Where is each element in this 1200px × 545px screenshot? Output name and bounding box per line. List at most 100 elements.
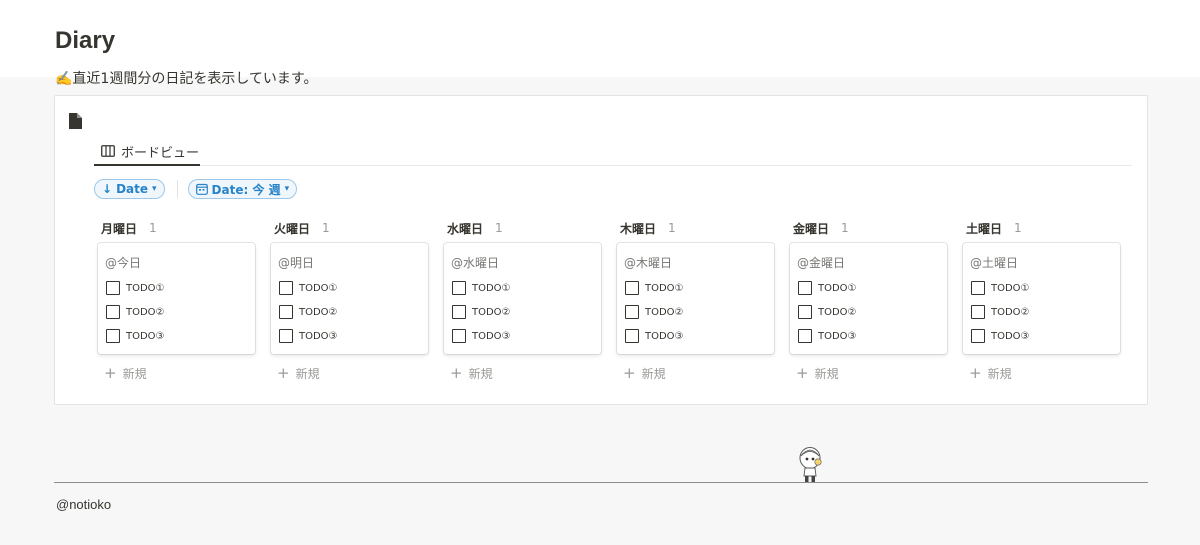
plus-icon: + <box>969 364 982 382</box>
sort-date-pill[interactable]: ↓ Date ▾ <box>94 179 165 199</box>
todo-item: TODO③ <box>625 328 684 344</box>
new-card-button[interactable]: + 新規 <box>796 365 839 382</box>
filter-divider <box>176 180 178 198</box>
checkbox[interactable] <box>279 305 293 319</box>
checkbox[interactable] <box>106 329 120 343</box>
column-count: 1 <box>495 221 503 235</box>
tab-board-view[interactable]: ボードビュー <box>94 138 200 166</box>
column-header: 土曜日 1 <box>963 218 1120 238</box>
column-title: 金曜日 <box>793 221 830 236</box>
todo-label: TODO② <box>818 306 857 318</box>
checkbox[interactable] <box>798 281 812 295</box>
checkbox[interactable] <box>971 305 985 319</box>
todo-item: TODO② <box>798 304 857 320</box>
plus-icon: + <box>104 364 117 382</box>
page-description: ✍️直近1週間分の日記を表示しています。 <box>55 71 318 87</box>
todo-label: TODO③ <box>299 330 338 342</box>
todo-label: TODO③ <box>645 330 684 342</box>
todo-item: TODO③ <box>798 328 857 344</box>
column-title: 土曜日 <box>966 221 1003 236</box>
todo-label: TODO② <box>126 306 165 318</box>
checkbox[interactable] <box>106 281 120 295</box>
board-card[interactable]: @土曜日 TODO① TODO② TODO③ <box>963 243 1120 354</box>
todo-label: TODO③ <box>126 330 165 342</box>
checkbox[interactable] <box>279 329 293 343</box>
todo-item: TODO② <box>279 304 338 320</box>
todo-label: TODO③ <box>818 330 857 342</box>
column-title: 木曜日 <box>620 221 657 236</box>
page-header-background <box>0 0 1200 77</box>
plus-icon: + <box>450 364 463 382</box>
checkbox[interactable] <box>279 281 293 295</box>
card-date-mention[interactable]: @金曜日 <box>797 254 845 271</box>
todo-item: TODO② <box>452 304 511 320</box>
todo-label: TODO② <box>472 306 511 318</box>
card-date-mention[interactable]: @今日 <box>105 254 141 271</box>
todo-item: TODO③ <box>106 328 165 344</box>
board-card[interactable]: @今日 TODO① TODO② TODO③ <box>98 243 255 354</box>
card-date-mention[interactable]: @土曜日 <box>970 254 1018 271</box>
todo-item: TODO② <box>106 304 165 320</box>
new-card-button[interactable]: + 新規 <box>969 365 1012 382</box>
checkbox[interactable] <box>971 329 985 343</box>
checkbox[interactable] <box>798 305 812 319</box>
checkbox[interactable] <box>798 329 812 343</box>
todo-label: TODO② <box>991 306 1030 318</box>
checkbox[interactable] <box>452 281 466 295</box>
board-column-tuesday: 火曜日 1 @明日 TODO① TODO② TODO③ + 新規 <box>271 218 428 381</box>
board-card[interactable]: @水曜日 TODO① TODO② TODO③ <box>444 243 601 354</box>
column-count: 1 <box>149 221 157 235</box>
todo-item: TODO③ <box>971 328 1030 344</box>
chevron-down-icon: ▾ <box>284 184 290 194</box>
card-date-mention[interactable]: @木曜日 <box>624 254 672 271</box>
board-database: ボードビュー ↓ Date ▾ Date: 今 週 ▾ 月曜日 1 @今日 TO… <box>54 95 1148 405</box>
column-title: 月曜日 <box>101 221 138 236</box>
todo-label: TODO② <box>645 306 684 318</box>
plus-icon: + <box>623 364 636 382</box>
new-card-button[interactable]: + 新規 <box>104 365 147 382</box>
todo-item: TODO③ <box>452 328 511 344</box>
new-card-button[interactable]: + 新規 <box>623 365 666 382</box>
column-header: 金曜日 1 <box>790 218 947 238</box>
board-column-saturday: 土曜日 1 @土曜日 TODO① TODO② TODO③ + 新規 <box>963 218 1120 381</box>
board-view-icon <box>101 145 115 157</box>
checkbox[interactable] <box>625 305 639 319</box>
todo-label: TODO① <box>299 282 338 294</box>
footer-divider <box>54 482 1148 483</box>
todo-item: TODO① <box>625 280 684 296</box>
filter-date-pill[interactable]: Date: 今 週 ▾ <box>187 179 298 199</box>
checkbox[interactable] <box>971 281 985 295</box>
new-label: 新規 <box>295 367 320 381</box>
column-header: 月曜日 1 <box>98 218 255 238</box>
new-card-button[interactable]: + 新規 <box>450 365 493 382</box>
board-card[interactable]: @金曜日 TODO① TODO② TODO③ <box>790 243 947 354</box>
new-card-button[interactable]: + 新規 <box>277 365 320 382</box>
checkbox[interactable] <box>625 329 639 343</box>
checkbox[interactable] <box>452 329 466 343</box>
board-card[interactable]: @明日 TODO① TODO② TODO③ <box>271 243 428 354</box>
board-card[interactable]: @木曜日 TODO① TODO② TODO③ <box>617 243 774 354</box>
todo-item: TODO① <box>106 280 165 296</box>
checkbox[interactable] <box>625 281 639 295</box>
card-date-mention[interactable]: @水曜日 <box>451 254 499 271</box>
mascot-character-icon <box>799 447 822 482</box>
todo-item: TODO③ <box>279 328 338 344</box>
plus-icon: + <box>277 364 290 382</box>
todo-item: TODO① <box>798 280 857 296</box>
todo-item: TODO② <box>625 304 684 320</box>
view-tabs: ボードビュー <box>94 138 1132 166</box>
filter-bar: ↓ Date ▾ Date: 今 週 ▾ <box>94 178 298 200</box>
new-label: 新規 <box>987 367 1012 381</box>
column-title: 水曜日 <box>447 221 484 236</box>
page-title: Diary <box>55 27 116 54</box>
checkbox[interactable] <box>452 305 466 319</box>
todo-item: TODO① <box>971 280 1030 296</box>
todo-label: TODO① <box>472 282 511 294</box>
column-count: 1 <box>322 221 330 235</box>
todo-item: TODO① <box>452 280 511 296</box>
tab-label: ボードビュー <box>121 145 200 161</box>
board-column-thursday: 木曜日 1 @木曜日 TODO① TODO② TODO③ + 新規 <box>617 218 774 381</box>
todo-label: TODO① <box>991 282 1030 294</box>
card-date-mention[interactable]: @明日 <box>278 254 314 271</box>
checkbox[interactable] <box>106 305 120 319</box>
